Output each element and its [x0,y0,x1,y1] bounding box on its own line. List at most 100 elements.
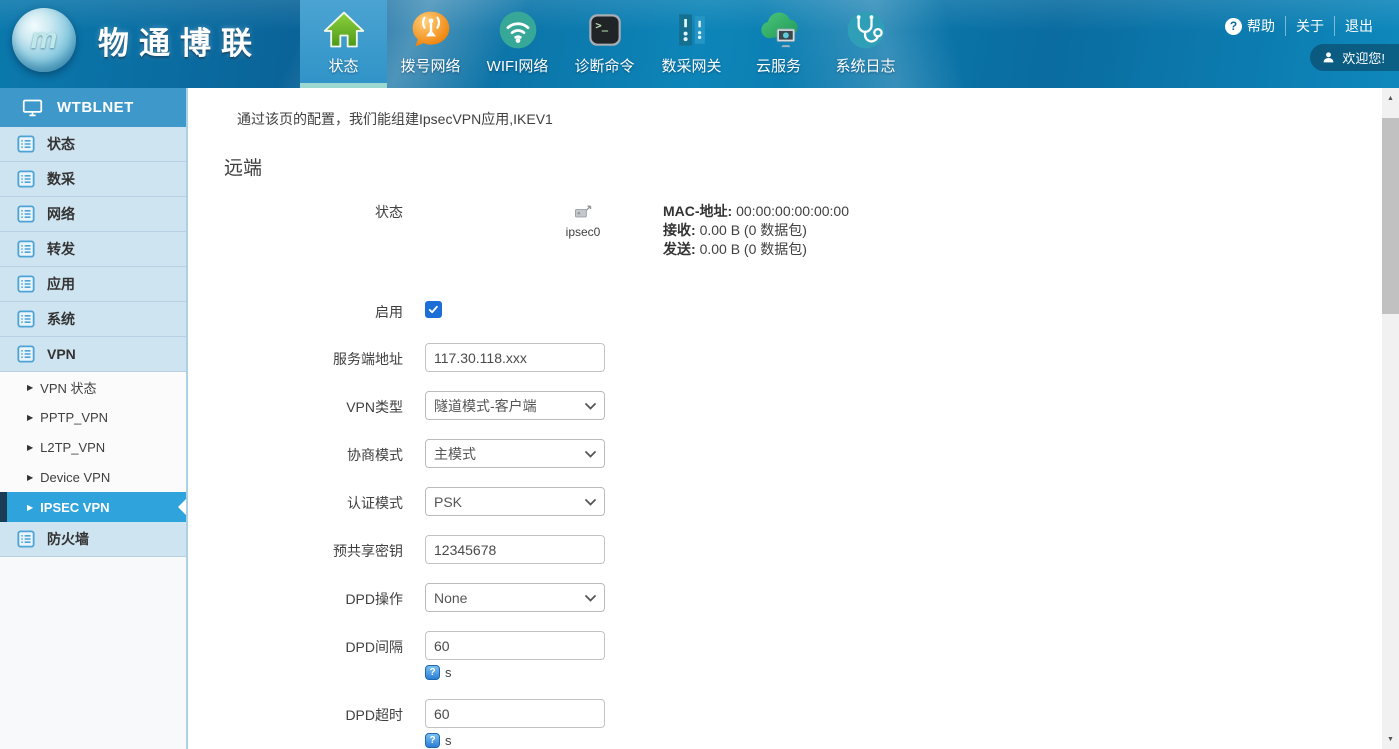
psk-label: 预共享密钥 [188,535,403,561]
nav-item-dialup[interactable]: 拨号网络 [387,0,474,88]
dpd-timeout-input[interactable] [425,699,605,728]
syslog-icon [843,7,889,53]
scrollbar-thumb[interactable] [1382,118,1399,314]
sidebar-item-label: 系统 [47,309,75,329]
submenu-item-ipsec-vpn[interactable]: ▶ IPSEC VPN [0,492,186,522]
sidebar-item-vpn[interactable]: VPN [0,337,186,372]
brand-logo: m 物通博联 [12,8,262,72]
submenu-label: VPN 状态 [40,378,96,397]
sidebar-item-label: 状态 [47,134,75,154]
dpd-action-label: DPD操作 [188,583,403,609]
submenu-item-device-vpn[interactable]: ▶ Device VPN [0,462,186,492]
question-icon: ? [425,733,440,748]
scroll-up-button[interactable]: ▲ [1382,90,1399,106]
submenu-label: L2TP_VPN [40,440,105,455]
welcome-badge[interactable]: 欢迎您! [1310,44,1399,71]
sidebar-item-network[interactable]: 网络 [0,197,186,232]
submenu-label: IPSEC VPN [40,500,109,515]
about-link[interactable]: 关于 [1285,16,1334,36]
list-icon [17,170,35,188]
about-label: 关于 [1296,16,1324,36]
interface-icon [573,202,593,222]
list-icon [17,345,35,363]
server-address-row: 服务端地址 [188,343,1382,372]
psk-input[interactable] [425,535,605,564]
sidebar-item-system[interactable]: 系统 [0,302,186,337]
welcome-text: 欢迎您! [1342,48,1385,67]
sidebar-item-application[interactable]: 应用 [0,267,186,302]
main-content: 通过该页的配置，我们能组建IpsecVPN应用,IKEV1 远端 状态 ipse… [188,88,1382,749]
nav-item-syslog[interactable]: 系统日志 [822,0,909,88]
top-links: ? 帮助 关于 退出 [1215,16,1383,36]
dpd-timeout-unit: s [445,733,452,748]
logout-link[interactable]: 退出 [1334,16,1383,36]
sidebar-item-datacollect[interactable]: 数采 [0,162,186,197]
cloud-icon [756,7,802,53]
list-icon [17,240,35,258]
wifi-icon [495,7,541,53]
auth-mode-select[interactable]: PSK [425,487,605,516]
sidebar-item-status[interactable]: 状态 [0,127,186,162]
help-link[interactable]: ? 帮助 [1215,16,1285,36]
nav-item-gateway[interactable]: 数采网关 [648,0,735,88]
dpd-action-value: None [434,590,467,606]
nav-label: 系统日志 [835,55,895,76]
nav-item-wifi[interactable]: WIFI网络 [474,0,561,88]
submenu-item-vpn-status[interactable]: ▶ VPN 状态 [0,372,186,402]
sidebar-item-forward[interactable]: 转发 [0,232,186,267]
check-icon [428,304,439,315]
dpd-interval-input[interactable] [425,631,605,660]
monitor-icon [22,97,43,118]
dpd-timeout-hint: ? s [425,733,605,748]
sidebar-item-label: 转发 [47,239,75,259]
vpn-type-select[interactable]: 隧道模式-客户端 [425,391,605,420]
submenu-item-l2tp-vpn[interactable]: ▶ L2TP_VPN [0,432,186,462]
nav-label: WIFI网络 [487,55,549,76]
sidebar-item-firewall[interactable]: 防火墙 [0,522,186,557]
brand-name: 物通博联 [98,18,262,63]
list-icon [17,135,35,153]
list-icon [17,530,35,548]
help-icon: ? [1225,18,1242,35]
terminal-icon: >_ [582,7,628,53]
auth-mode-label: 认证模式 [188,487,403,513]
home-icon [321,7,367,53]
top-nav: 状态 拨号网络 WIFI网络 >_ 诊断命令 [300,0,909,88]
auth-mode-row: 认证模式 PSK [188,487,1382,516]
list-icon [17,310,35,328]
auth-mode-value: PSK [434,494,462,510]
status-line-rx: 接收: 0.00 B (0 数据包) [663,221,849,240]
dpd-interval-unit: s [445,665,452,680]
enable-label: 启用 [188,301,403,322]
nav-item-diagnostic[interactable]: >_ 诊断命令 [561,0,648,88]
sidebar-item-label: 防火墙 [47,529,89,549]
chevron-down-icon [585,403,596,410]
nav-label: 状态 [328,55,358,76]
question-icon: ? [425,665,440,680]
logout-label: 退出 [1345,16,1373,36]
gateway-icon [669,7,715,53]
scroll-down-button[interactable]: ▼ [1382,731,1399,747]
sidebar-header: WTBLNET [0,88,186,127]
status-info: MAC-地址: 00:00:00:00:00:00 接收: 0.00 B (0 … [663,202,849,259]
triangle-right-icon: ▶ [27,503,33,512]
nav-label: 数采网关 [661,55,721,76]
submenu-item-pptp-vpn[interactable]: ▶ PPTP_VPN [0,402,186,432]
server-address-input[interactable] [425,343,605,372]
ipsec-form: 启用 服务端地址 VPN类型 隧道模式-客户端 [188,301,1382,748]
vpn-type-value: 隧道模式-客户端 [434,396,537,416]
nego-mode-value: 主模式 [434,444,476,464]
enable-checkbox[interactable] [425,301,442,318]
scrollbar: ▲ ▼ [1382,88,1399,749]
sidebar-item-label: 应用 [47,274,75,294]
chevron-down-icon [585,451,596,458]
sidebar-item-label: VPN [47,346,76,362]
nego-mode-select[interactable]: 主模式 [425,439,605,468]
vpn-type-label: VPN类型 [188,391,403,417]
brand-letter: m [12,22,76,56]
nav-item-cloud[interactable]: 云服务 [735,0,822,88]
page-description: 通过该页的配置，我们能组建IpsecVPN应用,IKEV1 [237,109,1382,129]
dpd-action-select[interactable]: None [425,583,605,612]
nav-item-status[interactable]: 状态 [300,0,387,88]
triangle-right-icon: ▶ [27,443,33,452]
